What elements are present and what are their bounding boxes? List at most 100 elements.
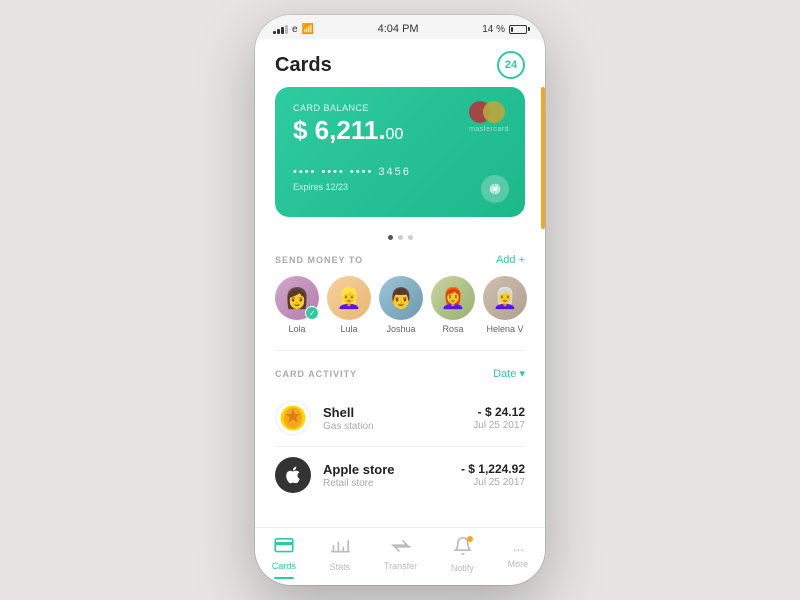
battery-icon — [509, 25, 527, 34]
signal-bars — [273, 25, 288, 34]
mastercard-logo: mastercard — [469, 101, 509, 133]
transfer-svg — [390, 538, 412, 554]
add-contact-button[interactable]: Add + — [496, 254, 525, 266]
mc-label: mastercard — [469, 126, 509, 133]
bar3 — [281, 27, 284, 34]
more-nav-label: More — [508, 559, 529, 569]
check-icon-lola: ✓ — [305, 306, 319, 320]
nfc-svg — [487, 181, 503, 197]
nav-cards[interactable]: Cards — [272, 538, 296, 571]
apple-amount-wrap: - $ 1,224.92 Jul 25 2017 — [461, 462, 525, 488]
card-expires: Expires 12/23 — [293, 182, 507, 192]
lula-face: 👱‍♀️ — [337, 286, 362, 311]
shell-name: Shell — [323, 405, 461, 420]
status-left: e 📶 — [273, 24, 314, 35]
bar4 — [285, 25, 288, 34]
page-header: Cards 24 — [255, 39, 545, 87]
send-money-title: SEND MONEY TO — [275, 255, 363, 265]
cards-nav-label: Cards — [272, 561, 296, 571]
card-number: •••• •••• •••• 3456 — [293, 166, 507, 178]
shell-amount: - $ 24.12 — [473, 405, 525, 419]
contact-name-lula: Lula — [340, 324, 357, 334]
rosa-face: 👩‍🦰 — [441, 286, 466, 311]
bar2 — [277, 29, 280, 34]
wifi-icon: 📶 — [302, 24, 314, 35]
activity-title: CARD ACTIVITY — [275, 369, 357, 379]
apple-info: Apple store Retail store — [323, 462, 449, 489]
bottom-nav: Cards Stats Transf — [255, 527, 545, 585]
carrier-label: e — [292, 24, 298, 35]
apple-amount: - $ 1,224.92 — [461, 462, 525, 476]
nav-stats[interactable]: Stats — [330, 537, 351, 572]
nfc-icon — [481, 175, 509, 203]
nav-more[interactable]: ··· More — [508, 541, 529, 569]
shell-amount-wrap: - $ 24.12 Jul 25 2017 — [473, 405, 525, 431]
transaction-shell[interactable]: Shell Gas station - $ 24.12 Jul 25 2017 — [255, 390, 545, 446]
contact-name-helena: Helena V — [486, 324, 523, 334]
status-right: 14 % — [482, 24, 527, 35]
send-money-header: SEND MONEY TO Add + — [255, 250, 545, 276]
mc-circles — [469, 101, 509, 123]
notify-nav-label: Notify — [451, 563, 474, 573]
apple-name: Apple store — [323, 462, 449, 477]
avatar-wrap-lola: 👩 ✓ — [275, 276, 319, 320]
lola-face: 👩 — [285, 286, 310, 311]
apple-logo — [283, 465, 303, 485]
avatar-helena: 👩‍🦳 — [483, 276, 527, 320]
avatar-rosa: 👩‍🦰 — [431, 276, 475, 320]
avatar-wrap-lula: 👱‍♀️ — [327, 276, 371, 320]
avatar-wrap-joshua: 👨 — [379, 276, 423, 320]
card-dots — [255, 229, 545, 250]
apple-date: Jul 25 2017 — [461, 477, 525, 488]
bell-icon — [453, 536, 471, 561]
battery-fill — [511, 27, 513, 32]
shell-logo — [280, 405, 306, 431]
apple-icon-wrap — [275, 457, 311, 493]
shell-info: Shell Gas station — [323, 405, 461, 432]
transaction-apple[interactable]: Apple store Retail store - $ 1,224.92 Ju… — [255, 447, 545, 503]
notification-badge[interactable]: 24 — [497, 51, 525, 79]
contact-rosa[interactable]: 👩‍🦰 Rosa — [431, 276, 475, 334]
page-title: Cards — [275, 54, 332, 77]
shell-icon-wrap — [275, 400, 311, 436]
more-icon: ··· — [512, 541, 523, 557]
cards-active-indicator — [274, 577, 294, 579]
dot-1 — [388, 235, 393, 240]
contacts-list: 👩 ✓ Lola 👱‍♀️ Lula 👨 — [255, 276, 545, 350]
contact-helena[interactable]: 👩‍🦳 Helena V — [483, 276, 527, 334]
dot-2 — [398, 235, 403, 240]
contact-name-lola: Lola — [288, 324, 305, 334]
date-filter-button[interactable]: Date ▾ — [493, 367, 525, 380]
time-display: 4:04 PM — [378, 23, 419, 35]
card-container: Card balance $ 6,211.00 mastercard •••• … — [255, 87, 545, 229]
balance-main: $ 6,211. — [293, 115, 386, 145]
avatar-wrap-rosa: 👩‍🦰 — [431, 276, 475, 320]
shell-sub: Gas station — [323, 421, 461, 432]
apple-sub: Retail store — [323, 478, 449, 489]
card-activity-section: CARD ACTIVITY Date ▾ Shell Gas station — [255, 351, 545, 503]
stats-icon — [330, 537, 350, 560]
contact-lula[interactable]: 👱‍♀️ Lula — [327, 276, 371, 334]
joshua-face: 👨 — [389, 286, 414, 311]
stats-nav-label: Stats — [330, 562, 351, 572]
helena-face: 👩‍🦳 — [493, 286, 518, 311]
cards-svg — [274, 538, 294, 554]
contact-lola[interactable]: 👩 ✓ Lola — [275, 276, 319, 334]
contact-name-joshua: Joshua — [386, 324, 415, 334]
avatar-joshua: 👨 — [379, 276, 423, 320]
nav-transfer[interactable]: Transfer — [384, 538, 417, 571]
scroll-indicator — [541, 87, 545, 229]
avatar-lula: 👱‍♀️ — [327, 276, 371, 320]
battery-label: 14 % — [482, 24, 505, 35]
transfer-nav-label: Transfer — [384, 561, 417, 571]
activity-header: CARD ACTIVITY Date ▾ — [255, 363, 545, 390]
credit-card[interactable]: Card balance $ 6,211.00 mastercard •••• … — [275, 87, 525, 217]
phone-frame: e 📶 4:04 PM 14 % Cards 24 Card balance $… — [255, 15, 545, 585]
notify-dot — [467, 536, 473, 542]
stats-svg — [330, 537, 350, 555]
nav-notify[interactable]: Notify — [451, 536, 474, 573]
contact-name-rosa: Rosa — [442, 324, 463, 334]
contact-joshua[interactable]: 👨 Joshua — [379, 276, 423, 334]
transfer-icon — [390, 538, 412, 559]
main-content: Cards 24 Card balance $ 6,211.00 masterc… — [255, 39, 545, 527]
